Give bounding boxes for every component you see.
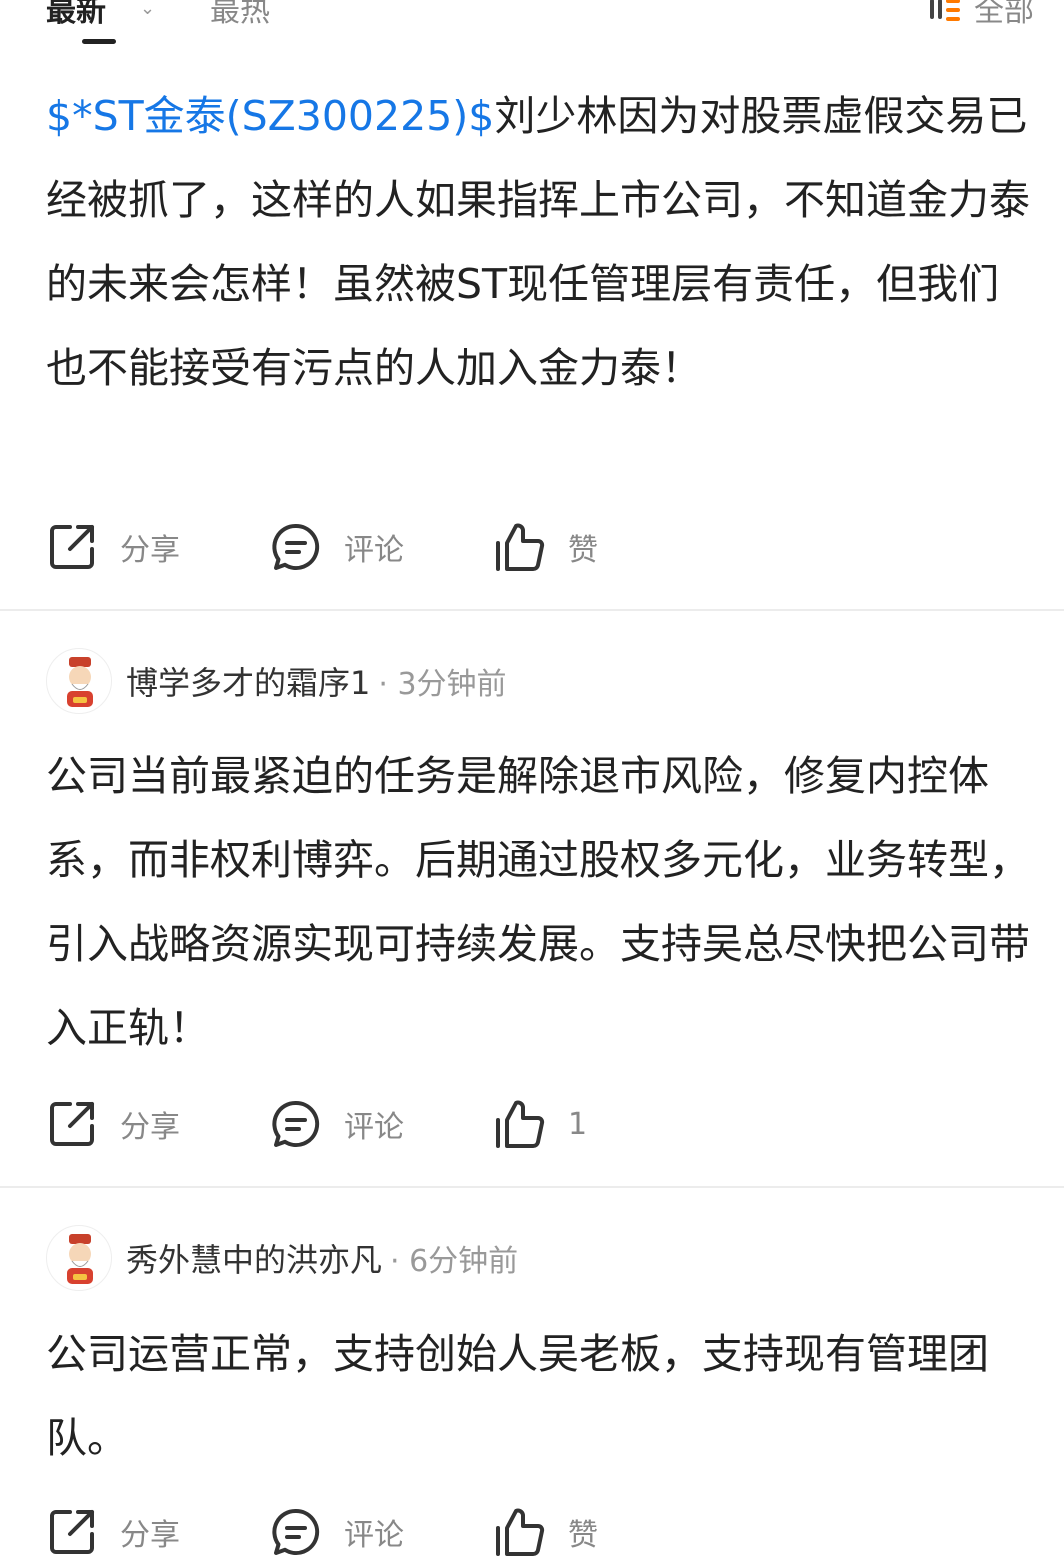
share-icon bbox=[50, 525, 94, 569]
post-content: 公司当前最紧迫的任务是解除退市风险，修复内控体系，而非权利博弈。后期通过股权多元… bbox=[46, 752, 1030, 1052]
avatar[interactable] bbox=[46, 648, 112, 714]
post-time: · 6分钟前 bbox=[390, 1244, 519, 1279]
author-row: 秀外慧中的洪亦凡 · 6分钟前 bbox=[46, 1223, 518, 1293]
comment-button[interactable]: 评论 bbox=[270, 519, 404, 575]
author-name[interactable]: 秀外慧中的洪亦凡 bbox=[126, 1235, 382, 1281]
tab-hot[interactable]: 最热 bbox=[210, 0, 270, 30]
comment-feed: 最新 ⌄ 最热 全部 $*ST金泰(SZ300225)$刘少林因为对股票虚假交易… bbox=[0, 0, 1064, 1558]
share-icon bbox=[50, 1102, 94, 1146]
comment-label: 评论 bbox=[344, 1518, 404, 1553]
comment-button[interactable]: 评论 bbox=[270, 1096, 404, 1152]
active-tab-indicator bbox=[82, 39, 116, 44]
comment-icon bbox=[272, 1100, 320, 1147]
like-label: 赞 bbox=[568, 1518, 598, 1553]
comment-label: 评论 bbox=[344, 533, 404, 568]
share-icon bbox=[50, 1510, 94, 1554]
like-button[interactable]: 赞 bbox=[494, 1504, 598, 1558]
post-actions: 分享 评论 赞 bbox=[46, 519, 946, 575]
caishen-avatar-icon bbox=[67, 1234, 93, 1284]
tab-latest[interactable]: 最新 bbox=[46, 0, 106, 30]
comment-button[interactable]: 评论 bbox=[270, 1504, 404, 1558]
like-count: 1 bbox=[568, 1106, 588, 1142]
author-name[interactable]: 博学多才的霜序1 bbox=[126, 658, 370, 704]
avatar[interactable] bbox=[46, 1225, 112, 1291]
thumbs-up-icon bbox=[496, 1100, 545, 1148]
comment-label: 评论 bbox=[344, 1110, 404, 1145]
caishen-avatar-icon bbox=[67, 657, 93, 707]
stock-link[interactable]: $*ST金泰(SZ300225)$ bbox=[46, 92, 494, 140]
thumbs-up-icon bbox=[496, 1508, 545, 1556]
comment-icon bbox=[272, 523, 320, 570]
comment-icon bbox=[272, 1508, 320, 1555]
chevron-down-icon[interactable]: ⌄ bbox=[140, 0, 155, 19]
share-label: 分享 bbox=[120, 533, 180, 568]
author-row: 博学多才的霜序1 · 3分钟前 bbox=[46, 646, 507, 716]
share-label: 分享 bbox=[120, 1110, 180, 1145]
post-actions: 分享 评论 1 bbox=[46, 1096, 946, 1152]
like-button[interactable]: 1 bbox=[494, 1096, 587, 1152]
like-label: 赞 bbox=[568, 533, 598, 568]
post-content: 公司运营正常，支持创始人吴老板，支持现有管理团队。 bbox=[46, 1330, 989, 1462]
like-button[interactable]: 赞 bbox=[494, 519, 598, 575]
post-time: · 3分钟前 bbox=[378, 667, 507, 702]
share-button[interactable]: 分享 bbox=[46, 1504, 180, 1558]
filter-button[interactable]: 全部 bbox=[930, 0, 1034, 30]
share-button[interactable]: 分享 bbox=[46, 1096, 180, 1152]
filter-label: 全部 bbox=[974, 0, 1034, 29]
filter-icon bbox=[930, 0, 960, 23]
post-content: $*ST金泰(SZ300225)$刘少林因为对股票虚假交易已经被抓了，这样的人如… bbox=[46, 74, 1036, 410]
share-button[interactable]: 分享 bbox=[46, 519, 180, 575]
post-actions: 分享 评论 赞 bbox=[46, 1504, 946, 1558]
divider bbox=[0, 1186, 1064, 1188]
share-label: 分享 bbox=[120, 1518, 180, 1553]
sort-tab-bar: 最新 ⌄ 最热 全部 bbox=[0, 0, 1064, 46]
thumbs-up-icon bbox=[496, 523, 545, 571]
divider bbox=[0, 609, 1064, 611]
